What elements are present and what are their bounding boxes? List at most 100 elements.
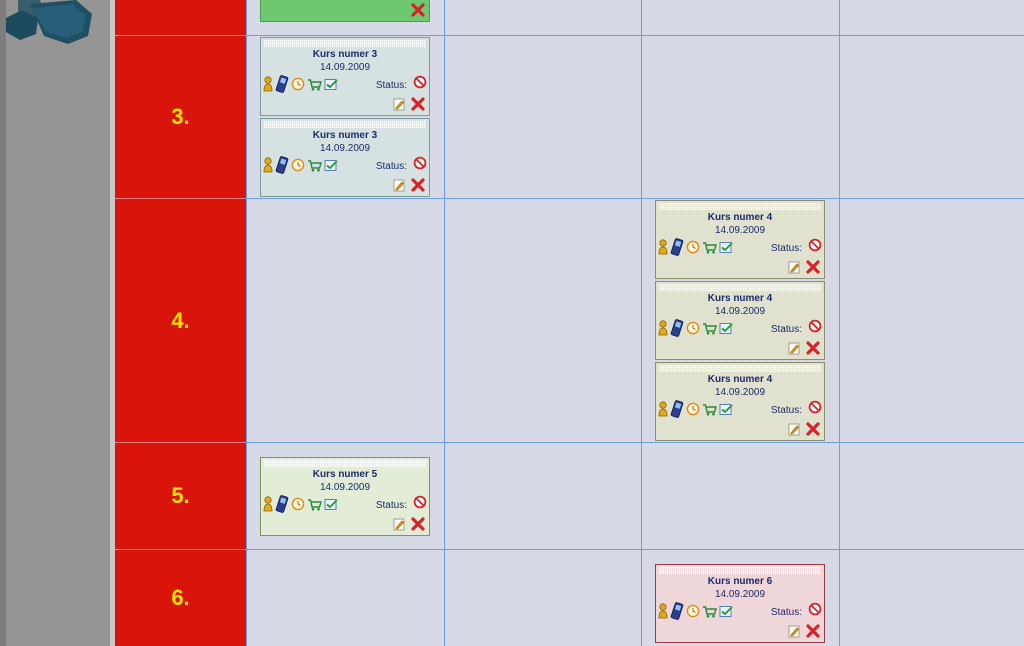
edit-icon[interactable]: [393, 518, 406, 531]
delete-icon[interactable]: [411, 3, 425, 17]
card-drag-handle[interactable]: [264, 40, 426, 47]
delete-icon[interactable]: [806, 624, 820, 638]
mobile-phone-icon[interactable]: [670, 238, 684, 256]
course-card[interactable]: Kurs numer 3 14.09.2009 Status:: [260, 118, 430, 197]
grid-line: [246, 549, 1024, 550]
checklist-icon[interactable]: [324, 78, 338, 91]
shopping-cart-icon[interactable]: [307, 78, 322, 91]
person-icon[interactable]: [658, 401, 668, 417]
course-card-partial[interactable]: [260, 0, 430, 22]
person-icon[interactable]: [263, 76, 273, 92]
mobile-phone-icon[interactable]: [670, 319, 684, 337]
person-icon[interactable]: [263, 496, 273, 512]
row-header-4: 4.: [115, 198, 246, 442]
row-header-3: 3.: [115, 35, 246, 198]
clock-icon[interactable]: [686, 604, 700, 618]
row-header-5: 5.: [115, 442, 246, 549]
course-card[interactable]: Kurs numer 3 14.09.2009 Status:: [260, 37, 430, 116]
status-blocked-icon[interactable]: [413, 75, 427, 89]
course-date: 14.09.2009: [319, 143, 371, 154]
grid-line: [246, 198, 1024, 199]
status-label: Status:: [375, 161, 407, 172]
grid-line: [246, 35, 1024, 36]
checklist-icon[interactable]: [719, 605, 733, 618]
course-card[interactable]: Kurs numer 6 14.09.2009 Status:: [655, 564, 825, 643]
delete-icon[interactable]: [806, 341, 820, 355]
edit-icon[interactable]: [788, 261, 801, 274]
status-blocked-icon[interactable]: [808, 319, 822, 333]
person-icon[interactable]: [658, 239, 668, 255]
card-drag-handle[interactable]: [659, 284, 821, 291]
shopping-cart-icon[interactable]: [702, 605, 717, 618]
shopping-cart-icon[interactable]: [307, 159, 322, 172]
course-card[interactable]: Kurs numer 4 14.09.2009 Status:: [655, 200, 825, 279]
card-drag-handle[interactable]: [264, 121, 426, 128]
status-blocked-icon[interactable]: [808, 400, 822, 414]
card-icon-row: [658, 399, 733, 419]
status-blocked-icon[interactable]: [413, 156, 427, 170]
status-blocked-icon[interactable]: [808, 238, 822, 252]
mobile-phone-icon[interactable]: [275, 75, 289, 93]
mobile-phone-icon[interactable]: [275, 495, 289, 513]
delete-icon[interactable]: [411, 178, 425, 192]
checklist-icon[interactable]: [324, 159, 338, 172]
course-date: 14.09.2009: [714, 225, 766, 236]
clock-icon[interactable]: [686, 402, 700, 416]
card-drag-handle[interactable]: [264, 460, 426, 467]
row-header-6: 6.: [115, 549, 246, 646]
hexagon-logo: [6, 0, 92, 44]
course-title: Kurs numer 3: [312, 49, 378, 60]
status-label: Status:: [770, 243, 802, 254]
row-header-column: 3. 4. 5. 6.: [115, 0, 246, 646]
status-blocked-icon[interactable]: [808, 602, 822, 616]
mobile-phone-icon[interactable]: [670, 602, 684, 620]
edit-icon[interactable]: [788, 342, 801, 355]
course-date: 14.09.2009: [319, 62, 371, 73]
course-title: Kurs numer 6: [707, 576, 773, 587]
card-drag-handle[interactable]: [659, 567, 821, 574]
status-blocked-icon[interactable]: [413, 495, 427, 509]
clock-icon[interactable]: [686, 321, 700, 335]
clock-icon[interactable]: [291, 158, 305, 172]
edit-icon[interactable]: [788, 423, 801, 436]
card-icon-row: [658, 237, 733, 257]
shopping-cart-icon[interactable]: [702, 241, 717, 254]
person-icon[interactable]: [658, 320, 668, 336]
course-date: 14.09.2009: [714, 589, 766, 600]
clock-icon[interactable]: [686, 240, 700, 254]
card-icon-row: [263, 155, 338, 175]
person-icon[interactable]: [658, 603, 668, 619]
clock-icon[interactable]: [291, 497, 305, 511]
course-title: Kurs numer 4: [707, 374, 773, 385]
mobile-phone-icon[interactable]: [670, 400, 684, 418]
shopping-cart-icon[interactable]: [702, 322, 717, 335]
mobile-phone-icon[interactable]: [275, 156, 289, 174]
delete-icon[interactable]: [411, 97, 425, 111]
shopping-cart-icon[interactable]: [702, 403, 717, 416]
shopping-cart-icon[interactable]: [307, 498, 322, 511]
checklist-icon[interactable]: [719, 241, 733, 254]
course-card[interactable]: Kurs numer 4 14.09.2009 Status:: [655, 362, 825, 441]
person-icon[interactable]: [263, 157, 273, 173]
course-title: Kurs numer 3: [312, 130, 378, 141]
status-label: Status:: [770, 607, 802, 618]
course-title: Kurs numer 4: [707, 293, 773, 304]
grid-line: [246, 442, 1024, 443]
delete-icon[interactable]: [806, 422, 820, 436]
edit-icon[interactable]: [393, 98, 406, 111]
left-sidebar: [0, 0, 115, 646]
checklist-icon[interactable]: [719, 322, 733, 335]
card-icon-row: [263, 74, 338, 94]
course-card[interactable]: Kurs numer 4 14.09.2009 Status:: [655, 281, 825, 360]
delete-icon[interactable]: [806, 260, 820, 274]
course-date: 14.09.2009: [714, 306, 766, 317]
edit-icon[interactable]: [788, 625, 801, 638]
card-drag-handle[interactable]: [659, 203, 821, 210]
card-drag-handle[interactable]: [659, 365, 821, 372]
edit-icon[interactable]: [393, 179, 406, 192]
checklist-icon[interactable]: [719, 403, 733, 416]
clock-icon[interactable]: [291, 77, 305, 91]
checklist-icon[interactable]: [324, 498, 338, 511]
course-card[interactable]: Kurs numer 5 14.09.2009 Status:: [260, 457, 430, 536]
delete-icon[interactable]: [411, 517, 425, 531]
